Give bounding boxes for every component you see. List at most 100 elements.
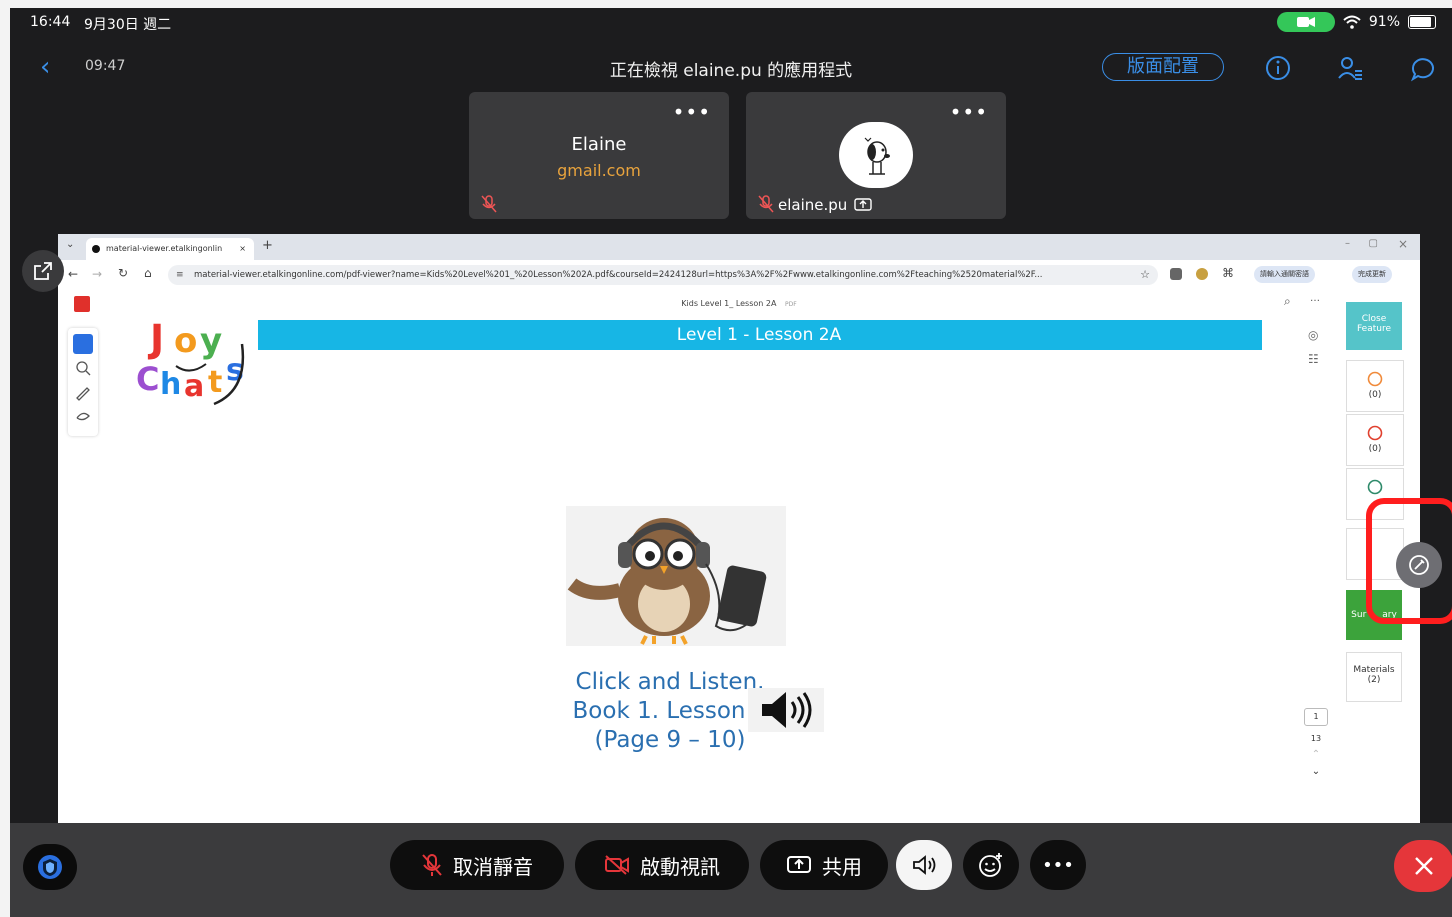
home-icon[interactable]: ⌂ (144, 266, 152, 280)
participant-name: elaine.pu (778, 196, 848, 214)
pdf-title: Kids Level 1_ Lesson 2A (681, 299, 777, 308)
leave-meeting-button[interactable] (1394, 840, 1452, 892)
joy-chats-logo-icon: J o y C h a t s (136, 317, 245, 406)
address-bar[interactable]: ≡ material-viewer.etalkingonline.com/pdf… (168, 265, 1158, 285)
popout-icon (34, 262, 52, 280)
security-button[interactable] (23, 844, 77, 890)
speaker-icon (762, 692, 812, 728)
materials-count: (2) (1367, 675, 1381, 685)
svg-text:a: a (184, 369, 204, 404)
current-page-box[interactable]: 1 (1304, 708, 1328, 726)
start-video-label: 啟動視訊 (640, 854, 720, 879)
summary-label-left: Sur (1351, 610, 1367, 620)
bookmark-star-icon[interactable]: ☆ (1140, 265, 1150, 285)
pdf-badge: PDF (785, 301, 797, 308)
eraser-tool-icon[interactable] (73, 406, 93, 426)
feature-slot-2[interactable]: (0) (1346, 414, 1404, 466)
audio-output-button[interactable] (896, 840, 952, 890)
start-video-button[interactable]: 啟動視訊 (575, 840, 749, 890)
passphrase-extension-chip[interactable]: 請輸入通關密語 (1254, 266, 1315, 283)
tab-list-chevron-icon[interactable]: ⌄ (66, 239, 74, 250)
participant-more-button[interactable]: ••• (673, 100, 711, 124)
participant-tile-elaine[interactable]: ••• Elaine gmail.com (469, 92, 729, 219)
participant-email: gmail.com (557, 161, 641, 180)
speaker-icon (913, 855, 936, 875)
site-favicon-icon (92, 245, 100, 253)
layout-button[interactable]: 版面配置 (1102, 53, 1224, 81)
camera-in-use-indicator (1276, 12, 1335, 32)
status-right: 91% (1276, 12, 1436, 32)
address-url: material-viewer.etalkingonline.com/pdf-v… (194, 270, 1043, 280)
svg-text:C: C (136, 360, 159, 398)
participant-name: Elaine (571, 134, 627, 155)
back-arrow-icon[interactable]: ← (68, 267, 78, 281)
window-close-icon[interactable]: × (1398, 237, 1408, 251)
pdf-page[interactable]: Level 1 - Lesson 2A J o y C h a t s Clic… (130, 310, 1368, 824)
unmute-button[interactable]: 取消靜音 (390, 840, 564, 890)
emoji-add-icon (979, 853, 1002, 877)
wifi-icon (1343, 15, 1361, 29)
video-off-icon (605, 855, 629, 875)
new-tab-button[interactable]: + (262, 238, 273, 253)
joy-chats-logo: J o y C h a t s (130, 310, 258, 410)
security-shield-icon (38, 855, 62, 879)
page-navigator: 1 13 ⌃ ⌄ (1304, 708, 1328, 777)
materials-button[interactable]: Materials (2) (1346, 652, 1402, 702)
more-options-button[interactable]: ••• (1030, 840, 1086, 890)
thumbnails-grid-icon[interactable]: ☷ (1308, 352, 1319, 366)
close-icon (1415, 857, 1433, 875)
tab-title: material-viewer.etalkingonlin (106, 244, 223, 253)
unmute-label: 取消靜音 (453, 854, 533, 879)
snoopy-avatar-icon (864, 137, 890, 175)
browser-tab-bar: ⌄ material-viewer.etalkingonlin × + – ▢ … (58, 234, 1420, 260)
share-screen-icon (787, 856, 811, 873)
muted-mic-icon (758, 195, 774, 213)
page-down-icon[interactable]: ⌄ (1304, 766, 1328, 777)
window-restore-icon[interactable]: ▢ (1369, 238, 1378, 249)
chat-icon[interactable] (1409, 54, 1437, 82)
svg-text:J: J (147, 317, 164, 361)
close-feature-button[interactable]: Close Feature (1346, 302, 1402, 350)
info-icon[interactable] (1264, 54, 1292, 82)
meeting-screen: 16:44 9月30日 週二 91% ‹ 09:47 正在檢視 elaine.p… (10, 8, 1452, 917)
extension-icon[interactable] (1170, 268, 1182, 280)
search-icon[interactable]: ⌕ (1284, 294, 1291, 309)
total-pages: 13 (1310, 734, 1322, 743)
shared-screen[interactable]: ⌄ material-viewer.etalkingonlin × + – ▢ … (58, 234, 1420, 824)
pdf-more-icon[interactable]: … (1310, 293, 1320, 304)
feature-count: (0) (1368, 390, 1382, 400)
feature-count: (0) (1368, 444, 1382, 454)
open-in-new-window-button[interactable] (22, 250, 64, 292)
forward-arrow-icon[interactable]: → (92, 267, 102, 281)
extension-icon[interactable] (1196, 268, 1208, 280)
share-button[interactable]: 共用 (760, 840, 888, 890)
annotate-button[interactable] (1396, 542, 1442, 588)
tab-close-button[interactable]: × (239, 238, 246, 260)
feature-slot-1[interactable]: (0) (1346, 360, 1404, 412)
audio-play-button[interactable] (748, 688, 824, 732)
page-up-icon[interactable]: ⌃ (1304, 749, 1328, 760)
browser-toolbar: ← → ↻ ⌂ ≡ material-viewer.etalkingonline… (58, 260, 1420, 291)
update-complete-chip[interactable]: 完成更新 (1352, 266, 1392, 283)
battery-percent: 91% (1368, 14, 1400, 30)
avatar (839, 122, 913, 188)
select-tool-icon[interactable] (73, 334, 93, 354)
participant-more-button[interactable]: ••• (950, 100, 988, 124)
extensions-puzzle-icon[interactable]: ⌘ (1222, 266, 1234, 280)
screen-share-icon (854, 198, 872, 211)
reload-icon[interactable]: ↻ (118, 266, 128, 280)
reactions-button[interactable] (963, 840, 1019, 890)
pdf-viewer-header: Kids Level 1_ Lesson 2A PDF ⌕ … (58, 290, 1420, 318)
window-minimize-icon[interactable]: – (1345, 238, 1350, 249)
site-settings-icon[interactable]: ≡ (176, 265, 184, 285)
share-label: 共用 (822, 854, 862, 879)
participants-icon[interactable] (1336, 54, 1364, 82)
materials-label: Materials (1353, 665, 1395, 675)
pdf-annotation-toolbar (68, 328, 98, 436)
pen-tool-icon[interactable] (73, 382, 93, 402)
browser-tab[interactable]: material-viewer.etalkingonlin × (86, 238, 254, 260)
zoom-tool-icon[interactable] (73, 358, 93, 378)
annotate-pen-icon (1409, 555, 1429, 575)
ink-settings-icon[interactable]: ◎ (1308, 328, 1318, 342)
participant-tile-elaine-pu[interactable]: ••• elaine.pu (746, 92, 1006, 219)
